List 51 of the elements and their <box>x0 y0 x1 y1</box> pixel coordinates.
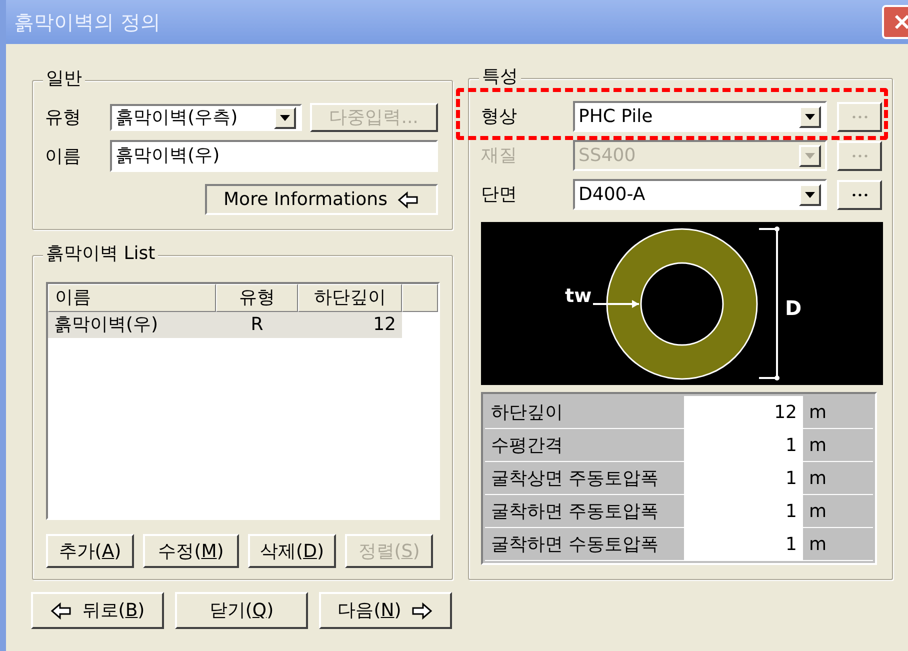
thickness-label: tw <box>565 285 592 307</box>
ellipsis-icon <box>852 154 868 158</box>
ellipsis-icon <box>852 192 868 196</box>
property-value-field[interactable]: 1 <box>685 429 803 461</box>
column-header[interactable]: 이름 <box>48 284 216 312</box>
field-label: 이름 <box>45 144 82 168</box>
name-field[interactable]: 흙막이벽(우) <box>110 140 438 172</box>
unit-label: m <box>808 532 828 556</box>
right-arrow-icon <box>411 602 434 620</box>
caret-icon <box>280 114 290 120</box>
caret-icon <box>805 152 816 158</box>
thickness-arrow <box>593 300 639 308</box>
field-label: 재질 <box>481 144 518 168</box>
property-dropdown[interactable]: PHC Pile <box>572 101 828 132</box>
field-label: 형상 <box>481 105 518 129</box>
field-label: 단면 <box>481 183 518 207</box>
left-arrow-icon <box>50 602 72 620</box>
nav-button[interactable]: 뒤로(B) <box>31 592 164 629</box>
unit-label: m <box>808 500 828 524</box>
dropdown-value: SS400 <box>578 144 636 168</box>
caret-icon <box>805 114 816 120</box>
ellipsis-button[interactable] <box>837 102 882 132</box>
dropdown-value: D400-A <box>578 183 646 207</box>
list-row[interactable]: 흙막이벽(우) R 12 <box>48 312 402 338</box>
property-value-field[interactable]: 12 <box>685 396 803 428</box>
caret-icon <box>805 192 816 198</box>
dropdown-value: 흙막이벽(우측) <box>116 106 238 130</box>
type-dropdown[interactable]: 흙막이벽(우측) <box>110 104 302 131</box>
column-header[interactable]: 유형 <box>216 284 298 312</box>
dropdown-value: PHC Pile <box>578 105 653 129</box>
diameter-label: D <box>785 296 802 320</box>
unit-label: m <box>808 400 828 424</box>
property-dropdown[interactable]: D400-A <box>572 179 828 210</box>
more-informations-button[interactable]: More Informations <box>205 184 438 215</box>
left-arrow-icon <box>397 190 420 208</box>
property-value-field[interactable]: 1 <box>685 528 803 560</box>
list-action-button[interactable]: 수정(M) <box>143 534 239 568</box>
field-label: 유형 <box>45 106 82 130</box>
property-value-field[interactable]: 1 <box>685 462 803 494</box>
close-icon <box>894 14 908 30</box>
nav-button[interactable]: 다음(N) <box>319 592 452 629</box>
unit-label: m <box>808 466 828 490</box>
nav-button[interactable]: 닫기(Q) <box>175 592 308 629</box>
window-title: 흙막이벽의 정의 <box>13 9 160 36</box>
column-header[interactable]: 하단깊이 <box>298 284 402 312</box>
ellipsis-icon <box>852 114 868 118</box>
ellipsis-button[interactable] <box>837 180 882 210</box>
property-value-field[interactable]: 1 <box>685 495 803 527</box>
list-action-button[interactable]: 추가(A) <box>46 534 134 568</box>
list-action-button[interactable]: 삭제(D) <box>248 534 336 568</box>
unit-label: m <box>808 434 828 458</box>
